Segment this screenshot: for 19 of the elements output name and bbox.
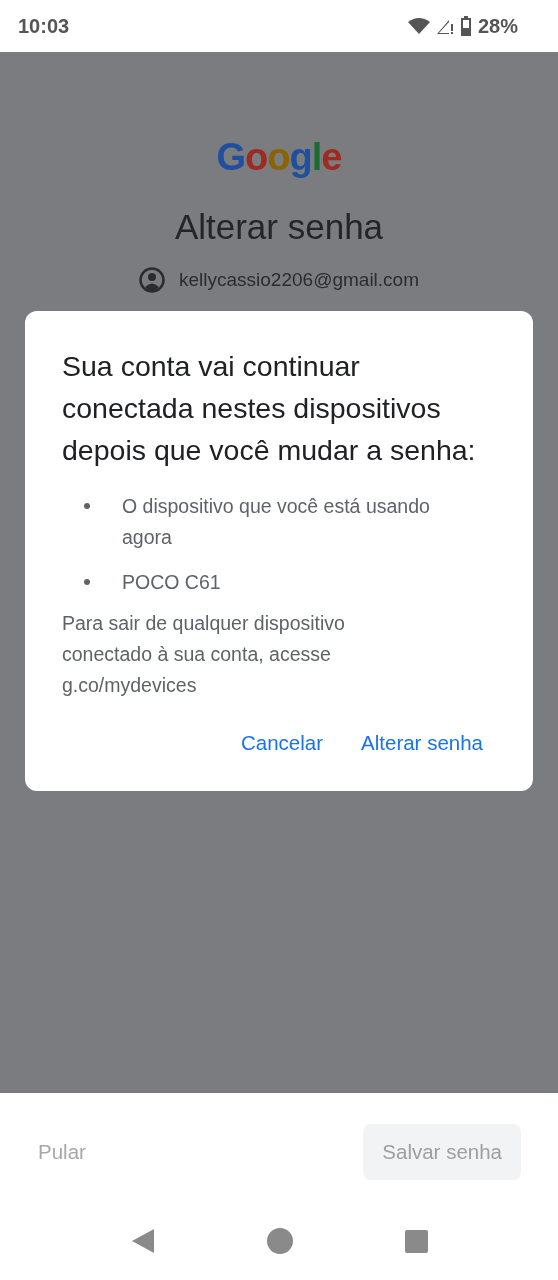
- recents-icon[interactable]: [404, 1229, 428, 1253]
- bullet-icon: [84, 503, 90, 509]
- wifi-icon: [407, 18, 430, 34]
- device-name: O dispositivo que você está usando agora: [122, 494, 431, 550]
- device-name: POCO C61: [122, 570, 222, 595]
- account-email: kellycassio2206@gmail.com: [179, 269, 419, 291]
- dialog-title: Sua conta vai continuar conectada nestes dispositivos depois que você mudar a senha:: [62, 349, 477, 468]
- dialog-note: Para sair de qualquer dispositivo conectado à sua conta, acesse g.co/mydevices: [62, 611, 346, 698]
- battery-icon: [459, 16, 472, 36]
- page-title: Alterar senha: [174, 207, 384, 247]
- home-icon[interactable]: [266, 1228, 293, 1254]
- back-icon[interactable]: [130, 1228, 155, 1254]
- clock: 10:03: [18, 14, 70, 38]
- confirm-button[interactable]: Alterar senha: [361, 731, 483, 755]
- logo: Google: [216, 136, 342, 179]
- account-icon: [139, 267, 165, 293]
- bullet-icon: [84, 579, 90, 585]
- battery-level: 28%: [477, 14, 518, 38]
- cancel-button[interactable]: Cancelar: [241, 731, 324, 755]
